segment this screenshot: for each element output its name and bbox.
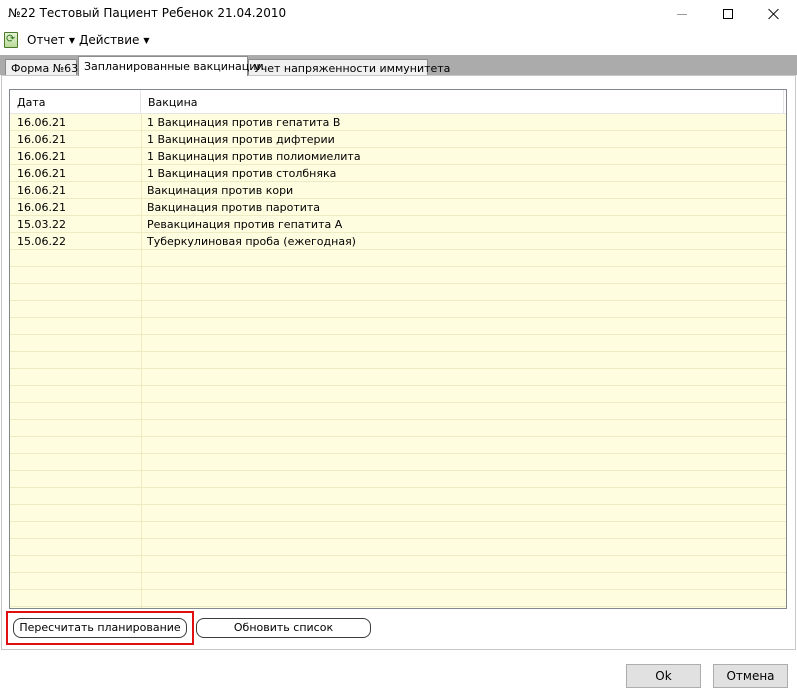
cell-vaccine: 1 Вакцинация против полиомиелита [147, 150, 361, 163]
cell-date: 16.06.21 [17, 150, 66, 163]
cell-date: 16.06.21 [17, 116, 66, 129]
table-row[interactable]: 15.03.22 Ревакцинация против гепатита А [10, 216, 786, 233]
tab-label: Учет напряженности иммунитета [254, 62, 451, 75]
minimize-button[interactable] [659, 0, 705, 28]
maximize-icon [723, 9, 733, 19]
refresh-list-button[interactable]: Обновить список [196, 618, 371, 638]
menu-report-label: Отчет [27, 33, 65, 47]
title-bar: №22 Тестовый Пациент Ребенок 21.04.2010 [0, 0, 797, 28]
menu-action-label: Действие [79, 33, 140, 47]
tab-planned-vaccinations[interactable]: Запланированные вакцинации [78, 56, 264, 76]
cell-vaccine: Вакцинация против паротита [147, 201, 321, 214]
cancel-button[interactable]: Отмена [713, 664, 788, 688]
ok-button[interactable]: Ok [626, 664, 701, 688]
close-button[interactable] [751, 0, 797, 28]
cell-vaccine: Вакцинация против кори [147, 184, 294, 197]
minimize-icon [677, 13, 687, 15]
cell-vaccine: 1 Вакцинация против дифтерии [147, 133, 335, 146]
table-row[interactable]: 16.06.21 Вакцинация против кори [10, 182, 786, 199]
refresh-icon[interactable] [4, 32, 18, 48]
table-row[interactable]: 16.06.21 1 Вакцинация против полиомиелит… [10, 148, 786, 165]
vaccination-list[interactable]: Дата Вакцина 16.06.21 1 Вакцинация проти… [9, 89, 787, 609]
column-header-date[interactable]: Дата [10, 90, 141, 114]
list-rows: 16.06.21 1 Вакцинация против гепатита В … [10, 114, 786, 608]
cell-vaccine: 1 Вакцинация против столбняка [147, 167, 337, 180]
cell-vaccine: Туберкулиновая проба (ежегодная) [147, 235, 356, 248]
window-title: №22 Тестовый Пациент Ребенок 21.04.2010 [8, 6, 287, 20]
table-row[interactable]: 16.06.21 1 Вакцинация против гепатита В [10, 114, 786, 131]
cell-date: 16.06.21 [17, 184, 66, 197]
tab-immunity-tension[interactable]: Учет напряженности иммунитета [248, 59, 450, 76]
column-header-vaccine[interactable]: Вакцина [141, 90, 784, 114]
cell-date: 16.06.21 [17, 133, 66, 146]
close-icon [768, 8, 780, 20]
table-row[interactable]: 15.06.22 Туберкулиновая проба (ежегодная… [10, 233, 786, 250]
cell-date: 16.06.21 [17, 201, 66, 214]
caret-down-icon: ▼ [143, 36, 150, 45]
cell-vaccine: Ревакцинация против гепатита А [147, 218, 343, 231]
maximize-button[interactable] [705, 0, 751, 28]
recalculate-planning-button[interactable]: Пересчитать планирование [13, 618, 187, 638]
menu-report[interactable]: Отчет ▼ [27, 33, 75, 47]
tab-label: Форма №63 [11, 62, 79, 75]
menu-bar: Отчет▼ Действие▼ [0, 28, 797, 52]
tab-form-63[interactable]: Форма №63 [5, 59, 79, 76]
cell-date: 16.06.21 [17, 167, 66, 180]
cell-vaccine: 1 Вакцинация против гепатита В [147, 116, 341, 129]
table-row[interactable]: 16.06.21 Вакцинация против паротита [10, 199, 786, 216]
table-row[interactable]: 16.06.21 1 Вакцинация против столбняка [10, 165, 786, 182]
list-header: Дата Вакцина [10, 90, 786, 114]
table-row[interactable]: 16.06.21 1 Вакцинация против дифтерии [10, 131, 786, 148]
tab-label: Запланированные вакцинации [84, 60, 264, 73]
caret-down-icon: ▼ [68, 36, 76, 45]
cell-date: 15.06.22 [17, 235, 66, 248]
cell-date: 15.03.22 [17, 218, 66, 231]
menu-action[interactable]: Действие ▼ [79, 33, 150, 47]
